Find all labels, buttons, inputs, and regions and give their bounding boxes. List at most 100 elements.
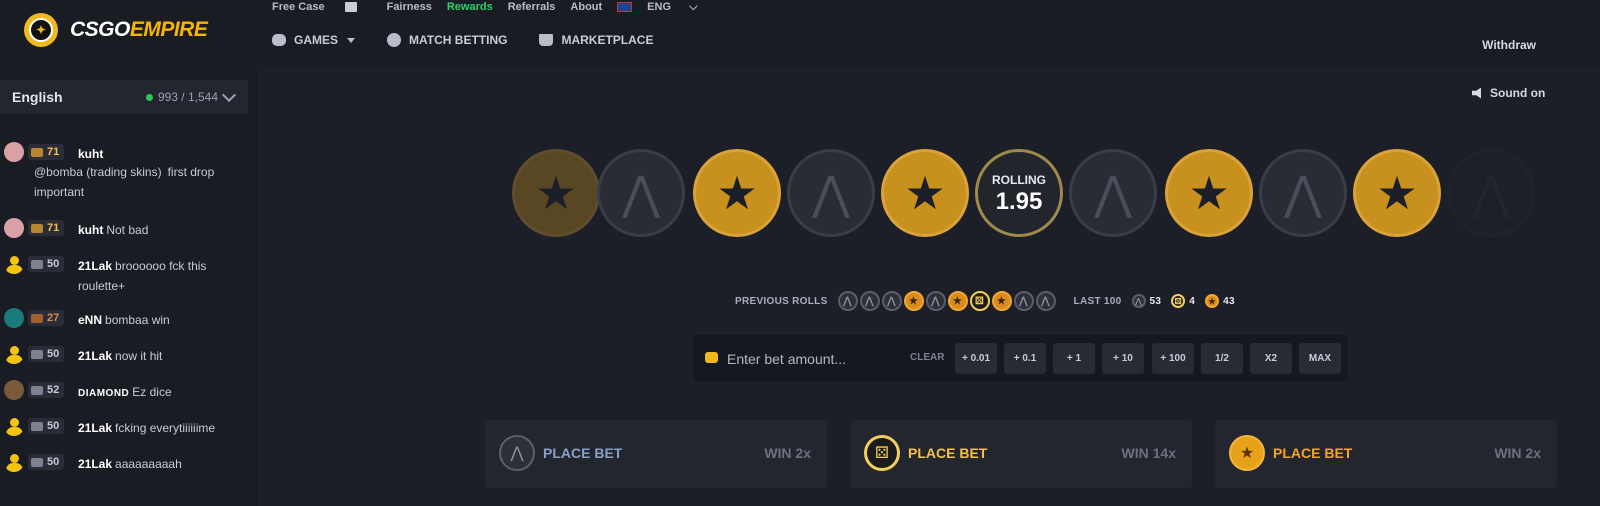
counter-terrorist-icon: ⋀ bbox=[837, 291, 858, 311]
place-bet-ct-label: PLACE BET bbox=[543, 445, 623, 461]
avatar[interactable] bbox=[4, 254, 24, 274]
add-0.01-button[interactable]: + 0.01 bbox=[955, 343, 997, 374]
chat-text: @bomba (trading skins) first drop importa… bbox=[34, 165, 215, 199]
rank-icon bbox=[31, 349, 43, 359]
counter-terrorist-icon: ⋀ bbox=[1035, 291, 1056, 311]
win-multiplier: WIN 14x bbox=[1121, 445, 1176, 461]
place-bet-t-panel[interactable]: ★ PLACE BET WIN 2x bbox=[1215, 420, 1557, 488]
add-1-button[interactable]: + 1 bbox=[1053, 343, 1095, 374]
counter-terrorist-icon: ⋀ bbox=[1131, 294, 1146, 308]
avatar[interactable] bbox=[4, 416, 24, 436]
avatar[interactable] bbox=[4, 142, 24, 162]
avatar[interactable] bbox=[4, 308, 24, 328]
sound-toggle[interactable]: Sound on bbox=[1472, 86, 1545, 100]
terrorist-icon: ★ bbox=[693, 149, 781, 237]
nav-marketplace[interactable]: MARKETPLACE bbox=[539, 33, 653, 47]
free-case-link[interactable]: Free Case bbox=[272, 1, 372, 13]
rolling-label: ROLLING bbox=[992, 172, 1046, 187]
level-badge: 71 bbox=[28, 144, 64, 160]
clear-button[interactable]: CLEAR bbox=[910, 352, 944, 363]
chat-language: English bbox=[12, 89, 63, 105]
chat-username[interactable]: 21Lak bbox=[78, 457, 112, 471]
counter-terrorist-icon: ⋀ bbox=[881, 291, 902, 311]
chevron-down-icon bbox=[221, 87, 237, 103]
chat-text: now it hit bbox=[115, 349, 163, 363]
rolling-timer: 1.95 bbox=[995, 187, 1043, 215]
level-badge: 27 bbox=[28, 310, 64, 326]
rank-icon bbox=[31, 385, 43, 395]
chat-username[interactable]: DIAMOND bbox=[78, 388, 129, 399]
terrorist-icon: ★ bbox=[881, 149, 969, 237]
add-10-button[interactable]: + 10 bbox=[1102, 343, 1144, 374]
logo[interactable]: ✦ CSGOEMPIRE bbox=[24, 10, 208, 50]
level-badge: 50 bbox=[28, 346, 64, 362]
add-0.1-button[interactable]: + 0.1 bbox=[1004, 343, 1046, 374]
withdraw-button[interactable]: Withdraw bbox=[1482, 38, 1536, 52]
dice-icon: ⚄ bbox=[1171, 294, 1186, 308]
chat-username[interactable]: kuht bbox=[78, 223, 103, 237]
main-nav: GAMES MATCH BETTING MARKETPLACE bbox=[272, 33, 685, 47]
dice-count: 4 bbox=[1189, 295, 1196, 307]
previous-rolls-label: PREVIOUS ROLLS bbox=[735, 295, 828, 307]
speaker-icon bbox=[1472, 87, 1481, 99]
bet-controls: CLEAR + 0.01 + 0.1 + 1 + 10 + 100 1/2 X2… bbox=[693, 335, 1348, 381]
chat-mention[interactable]: @bomba (trading skins) bbox=[34, 165, 162, 179]
uk-flag-icon bbox=[617, 1, 633, 12]
dice-icon: ⚄ bbox=[969, 291, 990, 311]
chat-username[interactable]: kuht bbox=[78, 147, 103, 161]
chat-room-selector[interactable]: English 993 / 1,544 bbox=[0, 80, 248, 114]
chat-username[interactable]: 21Lak bbox=[78, 349, 112, 363]
dice-icon: ⚄ bbox=[864, 435, 900, 471]
fairness-link[interactable]: Fairness bbox=[387, 1, 432, 13]
win-multiplier: WIN 2x bbox=[1494, 445, 1541, 461]
ct-count: 53 bbox=[1149, 295, 1162, 307]
top-navigation: Free Case Fairness Rewards Referrals Abo… bbox=[258, 0, 1600, 66]
rank-icon bbox=[31, 147, 43, 157]
referrals-link[interactable]: Referrals bbox=[508, 1, 556, 13]
chat-username[interactable]: 21Lak bbox=[78, 421, 112, 435]
language-selector[interactable]: ENG ⌵ bbox=[617, 1, 712, 14]
place-bet-ct-panel[interactable]: ⋀ PLACE BET WIN 2x bbox=[485, 420, 827, 488]
terrorist-icon: ★ bbox=[991, 291, 1012, 311]
half-button[interactable]: 1/2 bbox=[1201, 343, 1243, 374]
avatar[interactable] bbox=[4, 218, 24, 238]
chat-text: Not bad bbox=[106, 223, 149, 237]
bet-amount-input[interactable] bbox=[725, 348, 899, 370]
nav-games[interactable]: GAMES bbox=[272, 33, 356, 47]
double-button[interactable]: X2 bbox=[1250, 343, 1292, 374]
chat-text: aaaaaaaaah bbox=[115, 457, 182, 471]
level-badge: 52 bbox=[28, 382, 64, 398]
brand-name: CSGOEMPIRE bbox=[70, 18, 208, 41]
terrorist-icon: ★ bbox=[903, 291, 924, 311]
counter-terrorist-icon: ⋀ bbox=[925, 291, 946, 311]
chat-sidebar: ✦ CSGOEMPIRE English 993 / 1,544 71 kuht… bbox=[0, 0, 258, 506]
counter-terrorist-icon: ⋀ bbox=[1013, 291, 1034, 311]
counter-terrorist-icon: ⋀ bbox=[597, 149, 685, 237]
add-100-button[interactable]: + 100 bbox=[1152, 343, 1194, 374]
chat-text: fcking everytiiiiiime bbox=[115, 421, 216, 435]
avatar[interactable] bbox=[4, 344, 24, 364]
caret-down-icon bbox=[347, 37, 356, 43]
place-bet-dice-label: PLACE BET bbox=[908, 445, 988, 461]
counter-terrorist-icon: ⋀ bbox=[787, 149, 875, 237]
rank-icon bbox=[31, 223, 43, 233]
terrorist-icon: ★ bbox=[1353, 149, 1441, 237]
avatar[interactable] bbox=[4, 452, 24, 472]
rewards-link[interactable]: Rewards bbox=[447, 1, 493, 13]
chat-username[interactable]: eNN bbox=[78, 313, 102, 327]
chat-username[interactable]: 21Lak bbox=[78, 259, 112, 273]
terrorist-icon: ★ bbox=[1165, 149, 1253, 237]
level-badge: 50 bbox=[28, 418, 64, 434]
place-bet-dice-panel[interactable]: ⚄ PLACE BET WIN 14x bbox=[850, 420, 1192, 488]
avatar[interactable] bbox=[4, 380, 24, 400]
counter-terrorist-icon: ⋀ bbox=[1447, 149, 1535, 237]
win-multiplier: WIN 2x bbox=[764, 445, 811, 461]
max-button[interactable]: MAX bbox=[1299, 343, 1341, 374]
logo-badge-icon: ✦ bbox=[24, 13, 58, 47]
nav-match-betting[interactable]: MATCH BETTING bbox=[387, 33, 507, 47]
gift-icon bbox=[344, 2, 357, 13]
terrorist-icon: ★ bbox=[947, 291, 968, 311]
level-badge: 50 bbox=[28, 256, 64, 272]
last-100-label: LAST 100 bbox=[1073, 295, 1122, 307]
about-link[interactable]: About bbox=[570, 1, 602, 13]
